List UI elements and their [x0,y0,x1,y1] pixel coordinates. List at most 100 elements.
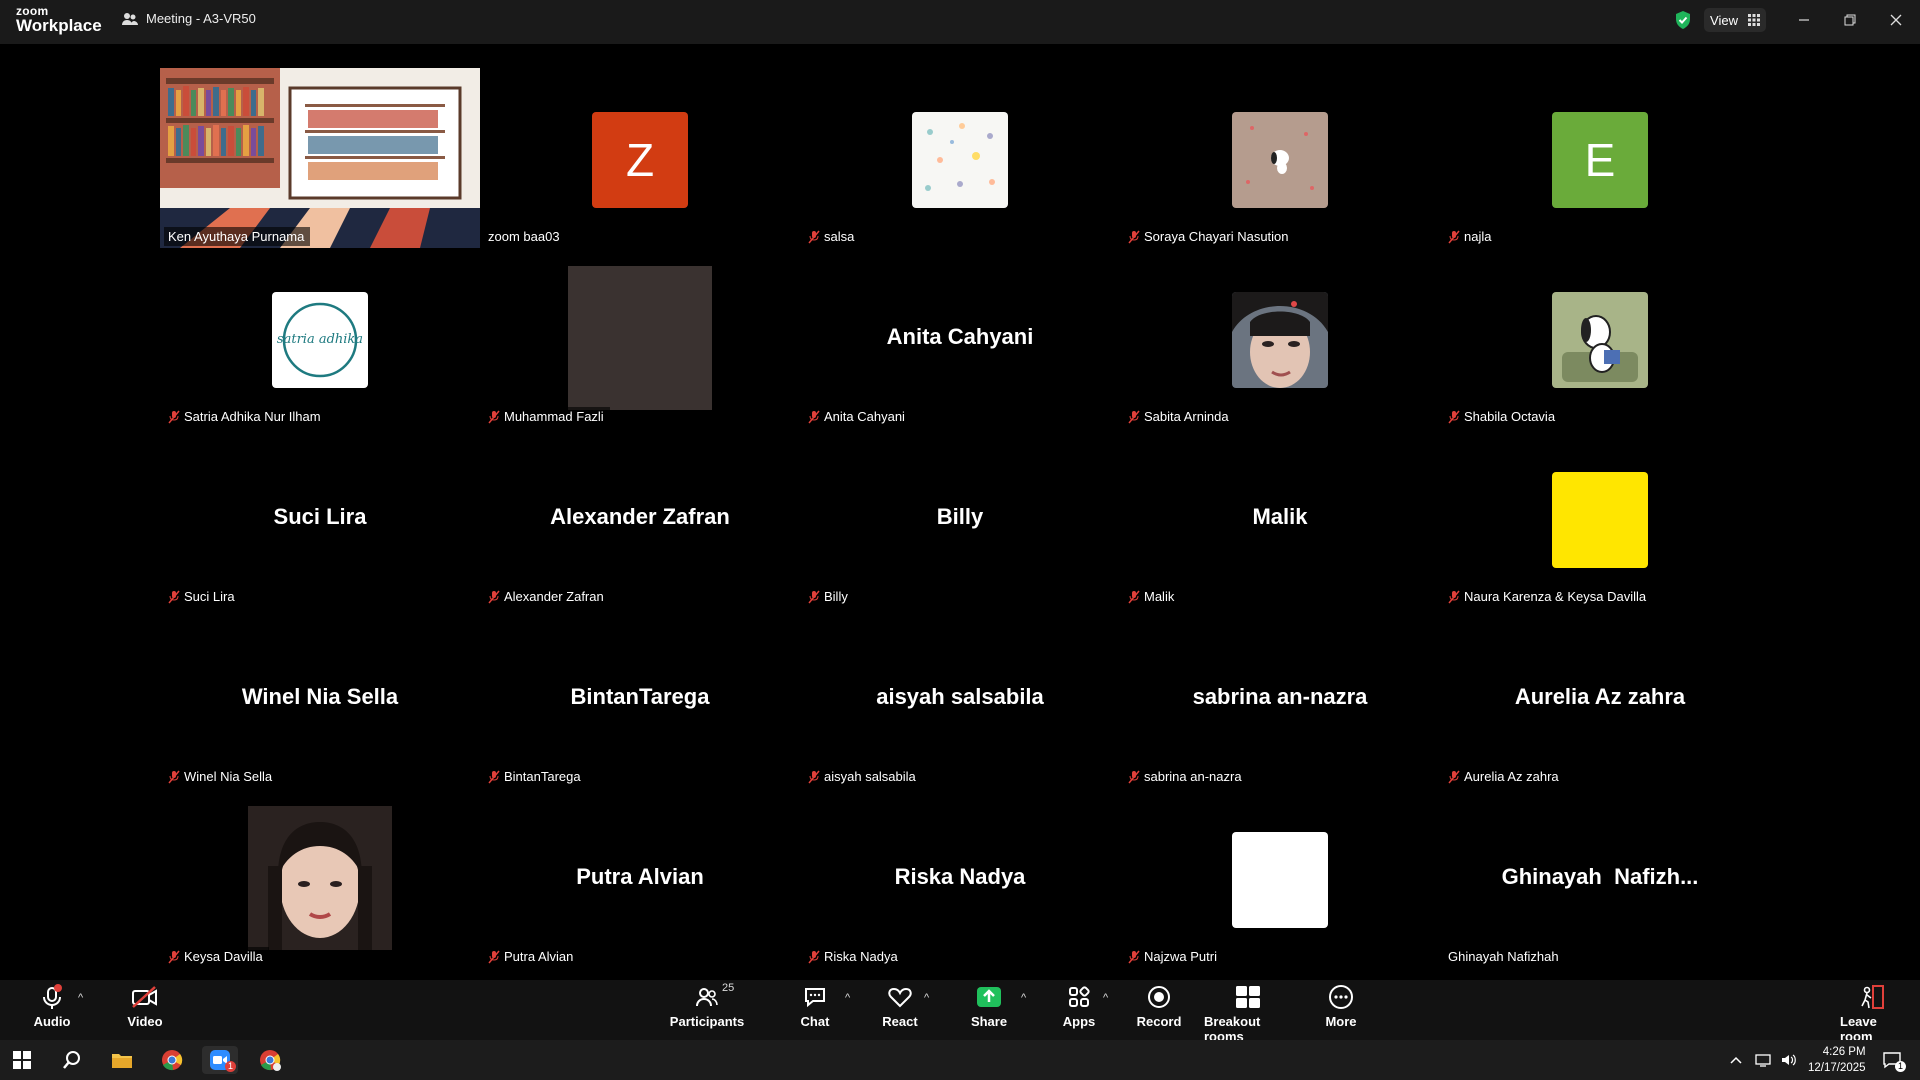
more-label: More [1325,1014,1357,1029]
react-options-chevron-icon[interactable]: ^ [924,992,929,1004]
participant-tile[interactable]: Suci Lira Suci Lira [160,428,480,608]
participants-label: Participants [669,1014,745,1029]
video-button[interactable]: Video [126,984,164,1029]
leave-room-button[interactable]: Leave room [1840,984,1904,1044]
minimize-button[interactable] [1784,8,1824,32]
file-explorer-icon[interactable] [104,1046,140,1074]
notification-count-badge: 1 [1894,1061,1906,1072]
chat-options-chevron-icon[interactable]: ^ [845,992,850,1004]
restore-button[interactable] [1830,8,1870,32]
participant-tile[interactable]: BintanTarega BintanTarega [480,608,800,788]
participant-tile[interactable]: Sabita Arninda [1120,248,1440,428]
audio-button[interactable]: Audio [34,984,70,1029]
chat-button[interactable]: Chat [800,984,830,1029]
audio-options-chevron-icon[interactable]: ^ [78,992,83,1004]
participant-name: Ghinayah Nafizhah [1448,949,1559,964]
breakout-rooms-button[interactable]: Breakout rooms [1204,984,1292,1044]
title-bar: zoom Workplace Meeting - A3-VR50 View [0,0,1920,44]
react-button[interactable]: React [882,984,918,1029]
muted-mic-icon [168,590,180,603]
participant-tile[interactable]: sabrina an-nazra sabrina an-nazra [1120,608,1440,788]
portrait-video-feed [248,806,392,950]
participant-tile[interactable]: Malik Malik [1120,428,1440,608]
zoom-taskbar-icon[interactable]: 1 [202,1046,238,1074]
participant-name-tag: Putra Alvian [484,947,580,966]
chrome-icon[interactable] [154,1046,190,1074]
participant-tile[interactable]: Putra Alvian Putra Alvian [480,788,800,968]
muted-mic-icon [1448,770,1460,783]
windows-start-icon[interactable] [4,1046,40,1074]
participant-tile[interactable]: E najla [1440,68,1760,248]
taskbar-time: 4:26 PM [1822,1046,1866,1058]
participant-display-name: Putra Alvian [576,864,704,889]
participant-tile[interactable]: Keysa Davilla [160,788,480,968]
participant-tile[interactable]: aisyah salsabila aisyah salsabila [800,608,1120,788]
participants-icon: 25 [696,982,734,1010]
participant-tile[interactable]: Ghinayah Nafizh... Ghinayah Nafizhah [1440,788,1760,968]
participant-tile[interactable]: Naura Karenza & Keysa Davilla [1440,428,1760,608]
avatar-cartoon-image [1552,292,1648,388]
avatar-logo-text: satria adhika [276,332,364,347]
participant-tile[interactable]: Soraya Chayari Nasution [1120,68,1440,248]
participant-tile[interactable]: Riska Nadya Riska Nadya [800,788,1120,968]
muted-mic-icon [808,230,820,243]
participant-tile[interactable]: Ken Ayuthaya Purnama [160,68,480,248]
participant-tile[interactable]: satria adhika Satria Adhika Nur Ilham [160,248,480,428]
participant-name-tag: Winel Nia Sella [164,767,279,786]
participant-display-name: aisyah salsabila [876,684,1044,709]
video-feed [568,266,712,410]
participant-tile[interactable]: salsa [800,68,1120,248]
participant-name-tag: Shabila Octavia [1444,407,1562,426]
more-button[interactable]: More [1325,984,1357,1029]
encryption-shield-icon[interactable] [1668,8,1698,32]
close-button[interactable] [1876,8,1916,32]
share-screen-icon [976,984,1002,1010]
participant-tile[interactable]: Najzwa Putri [1120,788,1440,968]
avatar: Z [592,112,688,208]
volume-icon[interactable] [1778,1046,1800,1074]
participant-name: Naura Karenza & Keysa Davilla [1464,589,1647,604]
heart-icon [888,984,912,1010]
participant-display-name: sabrina an-nazra [1192,684,1368,709]
share-label: Share [970,1014,1008,1029]
zoom-notification-badge: 1 [224,1061,236,1072]
muted-mic-icon [1448,230,1460,243]
apps-icon [1067,984,1091,1010]
participant-tile[interactable]: Billy Billy [800,428,1120,608]
participant-display-name: Malik [1252,504,1308,529]
search-icon[interactable] [54,1046,90,1074]
restore-icon [1844,14,1856,26]
taskbar-clock[interactable]: 4:26 PM 12/17/2025 [1808,1044,1866,1076]
participant-name: sabrina an-nazra [1144,769,1242,784]
participants-button[interactable]: 25 Participants [670,982,744,1029]
meeting-toolbar: Audio ^ Video 25 Participants Chat ^ Rea… [0,980,1920,1044]
participant-name: Shabila Octavia [1464,409,1556,424]
participant-tile[interactable]: Winel Nia Sella Winel Nia Sella [160,608,480,788]
share-options-chevron-icon[interactable]: ^ [1021,992,1026,1004]
chrome-profile-icon[interactable] [252,1046,288,1074]
participant-tile[interactable]: Aurelia Az zahra Aurelia Az zahra [1440,608,1760,788]
share-button[interactable]: Share [970,984,1008,1029]
participant-name-tag: Aurelia Az zahra [1444,767,1565,786]
meeting-title[interactable]: Meeting - A3-VR50 [122,11,256,26]
participant-name: Aurelia Az zahra [1464,769,1559,784]
participant-tile[interactable]: Anita Cahyani Anita Cahyani [800,248,1120,428]
view-button[interactable]: View [1704,8,1766,32]
participant-name-tag: Ken Ayuthaya Purnama [164,227,311,246]
breakout-rooms-icon [1235,984,1261,1010]
participant-display-name: Aurelia Az zahra [1514,684,1686,709]
participant-name-tag: Ghinayah Nafizhah [1444,947,1565,966]
apps-options-chevron-icon[interactable]: ^ [1103,992,1108,1004]
participant-tile[interactable]: Muhammad Fazli [480,248,800,428]
notifications-icon[interactable]: 1 [1876,1046,1908,1074]
participant-tile[interactable]: Shabila Octavia [1440,248,1760,428]
participant-name: zoom baa03 [488,229,560,244]
participant-tile[interactable]: Alexander Zafran Alexander Zafran [480,428,800,608]
apps-button[interactable]: Apps [1063,984,1095,1029]
record-button[interactable]: Record [1137,984,1181,1029]
participant-tile[interactable]: Z zoom baa03 [480,68,800,248]
chat-label: Chat [800,1014,830,1029]
participant-name: Malik [1144,589,1175,604]
network-icon[interactable] [1752,1046,1774,1074]
show-hidden-icons-chevron-icon[interactable] [1726,1046,1746,1074]
